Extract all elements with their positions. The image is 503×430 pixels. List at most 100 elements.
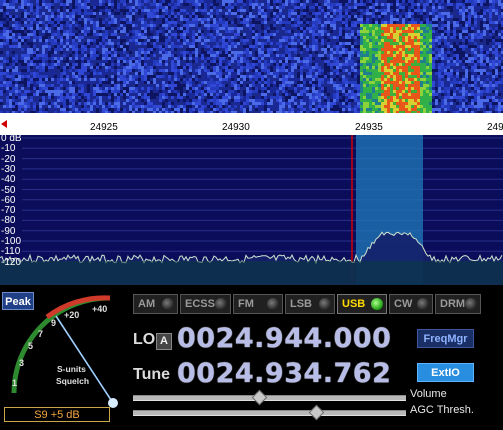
waterfall-pixel [396, 63, 399, 66]
waterfall-pixel [315, 42, 318, 45]
waterfall-pixel [396, 84, 399, 87]
waterfall-pixel [429, 18, 432, 21]
waterfall-pixel [456, 42, 459, 45]
waterfall-pixel [90, 18, 93, 21]
waterfall-pixel [87, 15, 90, 18]
waterfall-pixel [183, 3, 186, 6]
waterfall-pixel [198, 57, 201, 60]
waterfall-pixel [444, 18, 447, 21]
waterfall-pixel [468, 81, 471, 84]
waterfall-pixel [189, 15, 192, 18]
waterfall-pixel [285, 75, 288, 78]
waterfall-pixel [162, 6, 165, 9]
waterfall-pixel [171, 78, 174, 81]
waterfall-pixel [399, 6, 402, 9]
waterfall-pixel [96, 63, 99, 66]
waterfall-pixel [228, 18, 231, 21]
waterfall-pixel [207, 6, 210, 9]
waterfall-pixel [303, 45, 306, 48]
waterfall-pixel [489, 12, 492, 15]
waterfall-pixel [147, 69, 150, 72]
waterfall-pixel [435, 0, 438, 3]
waterfall-pixel [162, 9, 165, 12]
waterfall-pixel [87, 69, 90, 72]
waterfall-pixel [222, 42, 225, 45]
waterfall-pixel [393, 48, 396, 51]
waterfall-pixel [51, 24, 54, 27]
waterfall-pixel [0, 81, 3, 84]
waterfall-pixel [315, 12, 318, 15]
waterfall-pixel [171, 75, 174, 78]
waterfall-pixel [438, 21, 441, 24]
waterfall-pixel [81, 54, 84, 57]
waterfall-pixel [471, 45, 474, 48]
waterfall-pixel [81, 66, 84, 69]
waterfall-pixel [147, 54, 150, 57]
waterfall-pixel [411, 63, 414, 66]
waterfall-pixel [243, 36, 246, 39]
waterfall-pixel [192, 12, 195, 15]
waterfall-pixel [381, 72, 384, 75]
waterfall-pixel [477, 69, 480, 72]
waterfall-pixel [138, 81, 141, 84]
waterfall-pixel [120, 6, 123, 9]
waterfall-pixel [9, 18, 12, 21]
waterfall-pixel [417, 9, 420, 12]
waterfall-pixel [120, 27, 123, 30]
waterfall-pixel [126, 18, 129, 21]
waterfall-pixel [288, 27, 291, 30]
waterfall-pixel [0, 33, 3, 36]
waterfall-pixel [486, 51, 489, 54]
waterfall-pixel [51, 75, 54, 78]
waterfall-pixel [360, 18, 363, 21]
waterfall-pixel [261, 78, 264, 81]
waterfall-pixel [369, 45, 372, 48]
waterfall-pixel [450, 18, 453, 21]
waterfall-pixel [459, 21, 462, 24]
waterfall-pixel [30, 42, 33, 45]
waterfall-pixel [348, 18, 351, 21]
waterfall-pixel [207, 9, 210, 12]
waterfall-pixel [318, 87, 321, 90]
waterfall-pixel [486, 18, 489, 21]
waterfall-pixel [366, 57, 369, 60]
waterfall-pixel [312, 0, 315, 3]
waterfall-pixel [123, 33, 126, 36]
waterfall-pixel [30, 54, 33, 57]
waterfall-pixel [150, 42, 153, 45]
waterfall-pixel [60, 39, 63, 42]
waterfall-pixel [300, 84, 303, 87]
waterfall-pixel [279, 0, 282, 3]
waterfall-pixel [402, 42, 405, 45]
waterfall-pixel [246, 81, 249, 84]
waterfall-pixel [123, 9, 126, 12]
waterfall-pixel [216, 48, 219, 51]
waterfall-pixel [45, 0, 48, 3]
waterfall-display[interactable] [0, 0, 503, 113]
waterfall-pixel [453, 3, 456, 6]
waterfall-pixel [192, 15, 195, 18]
waterfall-pixel [15, 45, 18, 48]
waterfall-pixel [126, 15, 129, 18]
waterfall-pixel [210, 12, 213, 15]
waterfall-pixel [489, 75, 492, 78]
waterfall-pixel [381, 15, 384, 18]
waterfall-pixel [354, 45, 357, 48]
waterfall-pixel [411, 48, 414, 51]
waterfall-pixel [279, 33, 282, 36]
waterfall-pixel [231, 27, 234, 30]
waterfall-pixel [417, 57, 420, 60]
waterfall-pixel [24, 54, 27, 57]
waterfall-pixel [225, 84, 228, 87]
waterfall-pixel [492, 24, 495, 27]
waterfall-pixel [282, 6, 285, 9]
waterfall-pixel [63, 30, 66, 33]
waterfall-pixel [6, 78, 9, 81]
waterfall-pixel [75, 72, 78, 75]
waterfall-pixel [138, 30, 141, 33]
waterfall-pixel [252, 39, 255, 42]
waterfall-pixel [465, 51, 468, 54]
waterfall-pixel [177, 63, 180, 66]
waterfall-pixel [450, 24, 453, 27]
waterfall-pixel [456, 30, 459, 33]
